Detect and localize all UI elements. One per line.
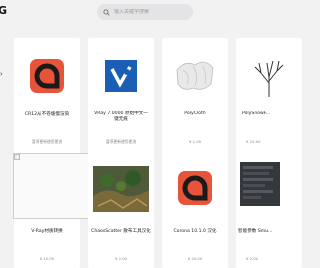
search-icon <box>103 8 110 16</box>
product-card[interactable]: PolySnowF... ¥ 10.00 <box>236 38 302 156</box>
vray-logo-icon <box>99 54 143 98</box>
product-card[interactable]: 智能参数 Smu... ¥ 2.00 <box>236 150 302 268</box>
product-title[interactable]: Corona 10.1.0 汉化 <box>162 228 228 234</box>
params-thumbnail <box>240 162 280 206</box>
product-title[interactable]: CR12从不卷缓慢渲染 <box>14 111 80 117</box>
corona-logo-icon <box>173 166 217 210</box>
product-title[interactable]: ChaosScatter 散布工具汉化 <box>88 228 154 234</box>
product-card[interactable]: VRay 7.0000 原始中文一键无痕 暂停更新使用更流 <box>88 38 154 156</box>
product-card[interactable]: Corona 10.1.0 汉化 ¥ 20.00 <box>162 150 228 268</box>
search-input[interactable] <box>114 9 184 15</box>
product-title[interactable]: PolyCloth <box>162 111 228 116</box>
sidebar-toggle[interactable]: › <box>0 70 3 78</box>
product-sub: ¥ 10.00 <box>246 139 261 144</box>
product-sub: ¥ 1.00 <box>188 139 202 144</box>
product-sub: ¥ 2.00 <box>114 256 128 261</box>
product-sub: 暂停更新使用更流 <box>31 139 63 144</box>
product-title[interactable]: V-Ray材质转换 <box>14 228 80 234</box>
product-sub: ¥ 10.00 <box>39 256 55 261</box>
cloth-thumbnail <box>173 54 217 98</box>
product-card[interactable]: CR12从不卷缓慢渲染 暂停更新使用更流 <box>14 38 80 156</box>
product-sub: 暂停更新使用更流 <box>105 139 137 144</box>
product-sub: ¥ 20.00 <box>187 256 203 261</box>
product-sub: ¥ 2.00 <box>246 256 259 261</box>
product-card[interactable]: ChaosScatter 散布工具汉化 ¥ 2.00 <box>88 150 154 268</box>
product-title[interactable]: PolySnowF... <box>242 111 308 116</box>
product-title[interactable]: 智能参数 Smu... <box>238 228 304 234</box>
search-bar[interactable] <box>97 4 193 20</box>
tree-thumbnail <box>247 54 291 98</box>
red-logo-icon <box>25 54 69 98</box>
scatter-thumbnail <box>93 166 149 212</box>
product-card[interactable]: PolyCloth ¥ 1.00 <box>162 38 228 156</box>
product-title[interactable]: VRay 7.0000 原始中文一键无痕 <box>88 111 154 123</box>
site-logo[interactable]: G <box>0 4 7 17</box>
